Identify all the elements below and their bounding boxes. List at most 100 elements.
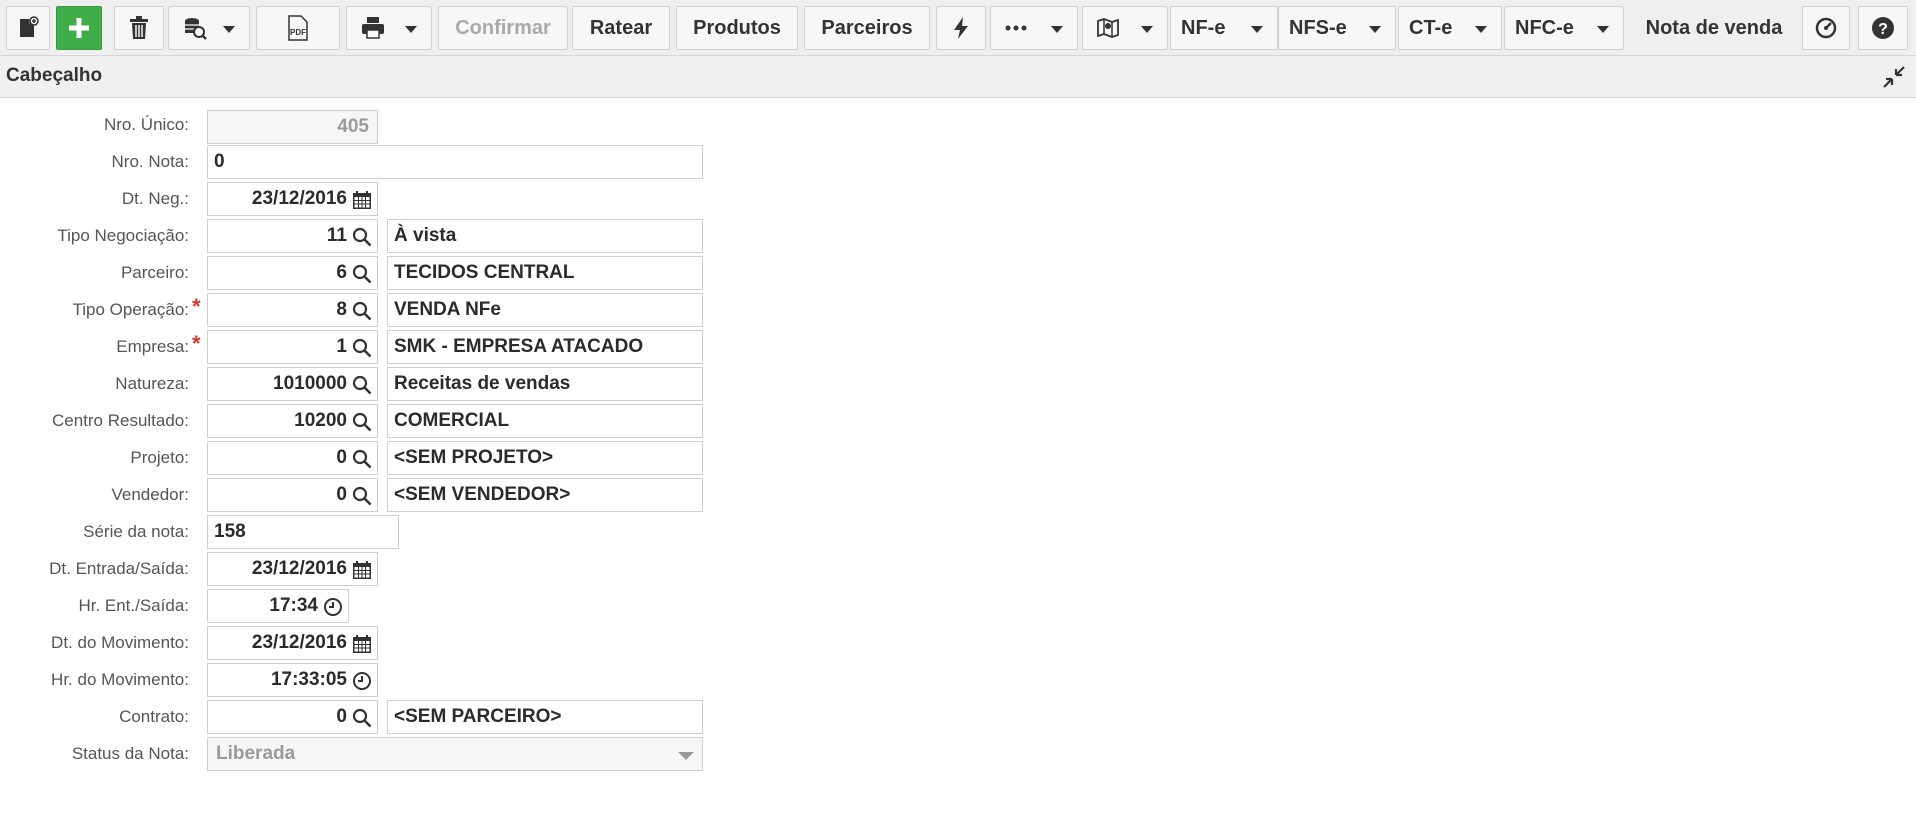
pdf-icon: PDF: [288, 15, 308, 41]
vendedor-code-field[interactable]: 0: [207, 478, 378, 512]
empresa-description: SMK - EMPRESA ATACADO: [387, 330, 703, 364]
nfe-label: NF-e: [1181, 16, 1226, 39]
natureza-description: Receitas de vendas: [387, 367, 703, 401]
header-form: Nro. Único: 405 Nro. Nota: 0 Dt. Neg.: 2…: [0, 98, 1916, 830]
delete-button[interactable]: [114, 6, 164, 50]
chevron-down-icon[interactable]: [1475, 26, 1487, 33]
dt-neg-field[interactable]: 23/12/2016: [207, 182, 378, 216]
nro-unico-label: Nro. Único:: [103, 115, 189, 134]
help-icon: ?: [1872, 17, 1894, 39]
cte-label: CT-e: [1409, 16, 1453, 39]
required-marker: *: [192, 294, 201, 319]
clock-icon[interactable]: [352, 671, 372, 691]
produtos-button[interactable]: Produtos: [676, 6, 798, 50]
projeto-description: <SEM PROJETO>: [387, 441, 703, 475]
nfse-label: NFS-e: [1289, 16, 1347, 39]
contrato-code-field[interactable]: 0: [207, 700, 378, 734]
ratear-button[interactable]: Ratear: [572, 6, 670, 50]
cte-button[interactable]: CT-e: [1398, 6, 1502, 50]
search-icon[interactable]: [352, 412, 372, 432]
add-button[interactable]: [56, 6, 102, 50]
empresa-label: Empresa:: [116, 337, 189, 356]
chevron-down-icon[interactable]: [1369, 26, 1381, 33]
new-document-button[interactable]: [6, 6, 50, 50]
search-icon[interactable]: [352, 264, 372, 284]
tipo-operacao-description: VENDA NFe: [387, 293, 703, 327]
printer-icon: [362, 17, 384, 39]
tipo-operacao-code-field[interactable]: 8: [207, 293, 378, 327]
search-icon[interactable]: [352, 486, 372, 506]
more-button[interactable]: [990, 6, 1078, 50]
search-icon[interactable]: [352, 338, 372, 358]
nota-de-venda-title: Nota de venda: [1645, 16, 1783, 39]
required-marker: *: [192, 331, 201, 356]
map-icon: [1097, 18, 1119, 38]
natureza-code-field[interactable]: 1010000: [207, 367, 378, 401]
clock-icon[interactable]: [323, 597, 343, 617]
empresa-code-field[interactable]: 1: [207, 330, 378, 364]
hr-ent-saida-label: Hr. Ent./Saída:: [78, 596, 189, 615]
speedometer-icon: [1815, 17, 1837, 39]
section-title: Cabeçalho: [6, 65, 103, 86]
chevron-down-icon[interactable]: [405, 26, 417, 33]
search-icon[interactable]: [352, 301, 372, 321]
nfe-button[interactable]: NF-e: [1170, 6, 1278, 50]
dt-entrada-saida-label: Dt. Entrada/Saída:: [49, 559, 189, 578]
chevron-down-icon[interactable]: [1597, 26, 1609, 33]
search-icon[interactable]: [352, 449, 372, 469]
nfce-button[interactable]: NFC-e: [1504, 6, 1624, 50]
collapse-icon[interactable]: [1882, 65, 1906, 89]
status-nota-label: Status da Nota:: [71, 744, 189, 763]
database-search-icon: [185, 18, 207, 40]
lightning-icon: [954, 17, 968, 39]
svg-text:PDF: PDF: [290, 28, 306, 37]
calendar-icon[interactable]: [352, 560, 372, 580]
projeto-code-field[interactable]: 0: [207, 441, 378, 475]
natureza-label: Natureza:: [115, 374, 189, 393]
search-icon[interactable]: [352, 227, 372, 247]
search-icon[interactable]: [352, 708, 372, 728]
chevron-down-icon[interactable]: [678, 752, 694, 760]
parceiros-button[interactable]: Parceiros: [804, 6, 930, 50]
parceiro-description: TECIDOS CENTRAL: [387, 256, 703, 290]
centro-resultado-description: COMERCIAL: [387, 404, 703, 438]
plus-icon: [69, 18, 89, 38]
parceiro-code-field[interactable]: 6: [207, 256, 378, 290]
chevron-down-icon[interactable]: [1051, 26, 1063, 33]
search-records-button[interactable]: [168, 6, 250, 50]
hr-movimento-field[interactable]: 17:33:05: [207, 663, 378, 697]
help-button[interactable]: ?: [1858, 6, 1908, 50]
chevron-down-icon[interactable]: [1141, 26, 1153, 33]
pdf-button[interactable]: PDF: [256, 6, 340, 50]
dt-movimento-label: Dt. do Movimento:: [51, 633, 189, 652]
tipo-negociacao-code-field[interactable]: 11: [207, 219, 378, 253]
dt-entrada-saida-field[interactable]: 23/12/2016: [207, 552, 378, 586]
serie-nota-field[interactable]: 158: [207, 515, 399, 549]
print-button[interactable]: [346, 6, 432, 50]
parceiro-label: Parceiro:: [120, 263, 189, 282]
contrato-description: <SEM PARCEIRO>: [387, 700, 703, 734]
chevron-down-icon[interactable]: [223, 26, 235, 33]
dashboard-button[interactable]: [1802, 6, 1850, 50]
toolbar: PDF Confirmar Ratear Produtos Parceiros …: [0, 0, 1916, 56]
hr-movimento-label: Hr. do Movimento:: [51, 670, 189, 689]
search-icon[interactable]: [352, 375, 372, 395]
new-document-icon: [20, 16, 39, 37]
map-button[interactable]: [1082, 6, 1168, 50]
nfse-button[interactable]: NFS-e: [1278, 6, 1396, 50]
nro-nota-field[interactable]: 0: [207, 145, 703, 179]
actions-button[interactable]: [936, 6, 986, 50]
centro-resultado-code-field[interactable]: 10200: [207, 404, 378, 438]
svg-text:?: ?: [1878, 21, 1888, 38]
confirmar-button[interactable]: Confirmar: [438, 6, 568, 50]
centro-resultado-label: Centro Resultado:: [51, 411, 189, 430]
hr-ent-saida-field[interactable]: 17:34: [207, 589, 349, 623]
status-nota-select[interactable]: Liberada: [207, 737, 703, 771]
dt-movimento-field[interactable]: 23/12/2016: [207, 626, 378, 660]
dt-neg-label: Dt. Neg.:: [121, 189, 189, 208]
nro-unico-field: 405: [207, 110, 378, 144]
chevron-down-icon[interactable]: [1251, 26, 1263, 33]
tipo-negociacao-label: Tipo Negociação:: [57, 226, 189, 245]
calendar-icon[interactable]: [352, 634, 372, 654]
calendar-icon[interactable]: [352, 190, 372, 210]
